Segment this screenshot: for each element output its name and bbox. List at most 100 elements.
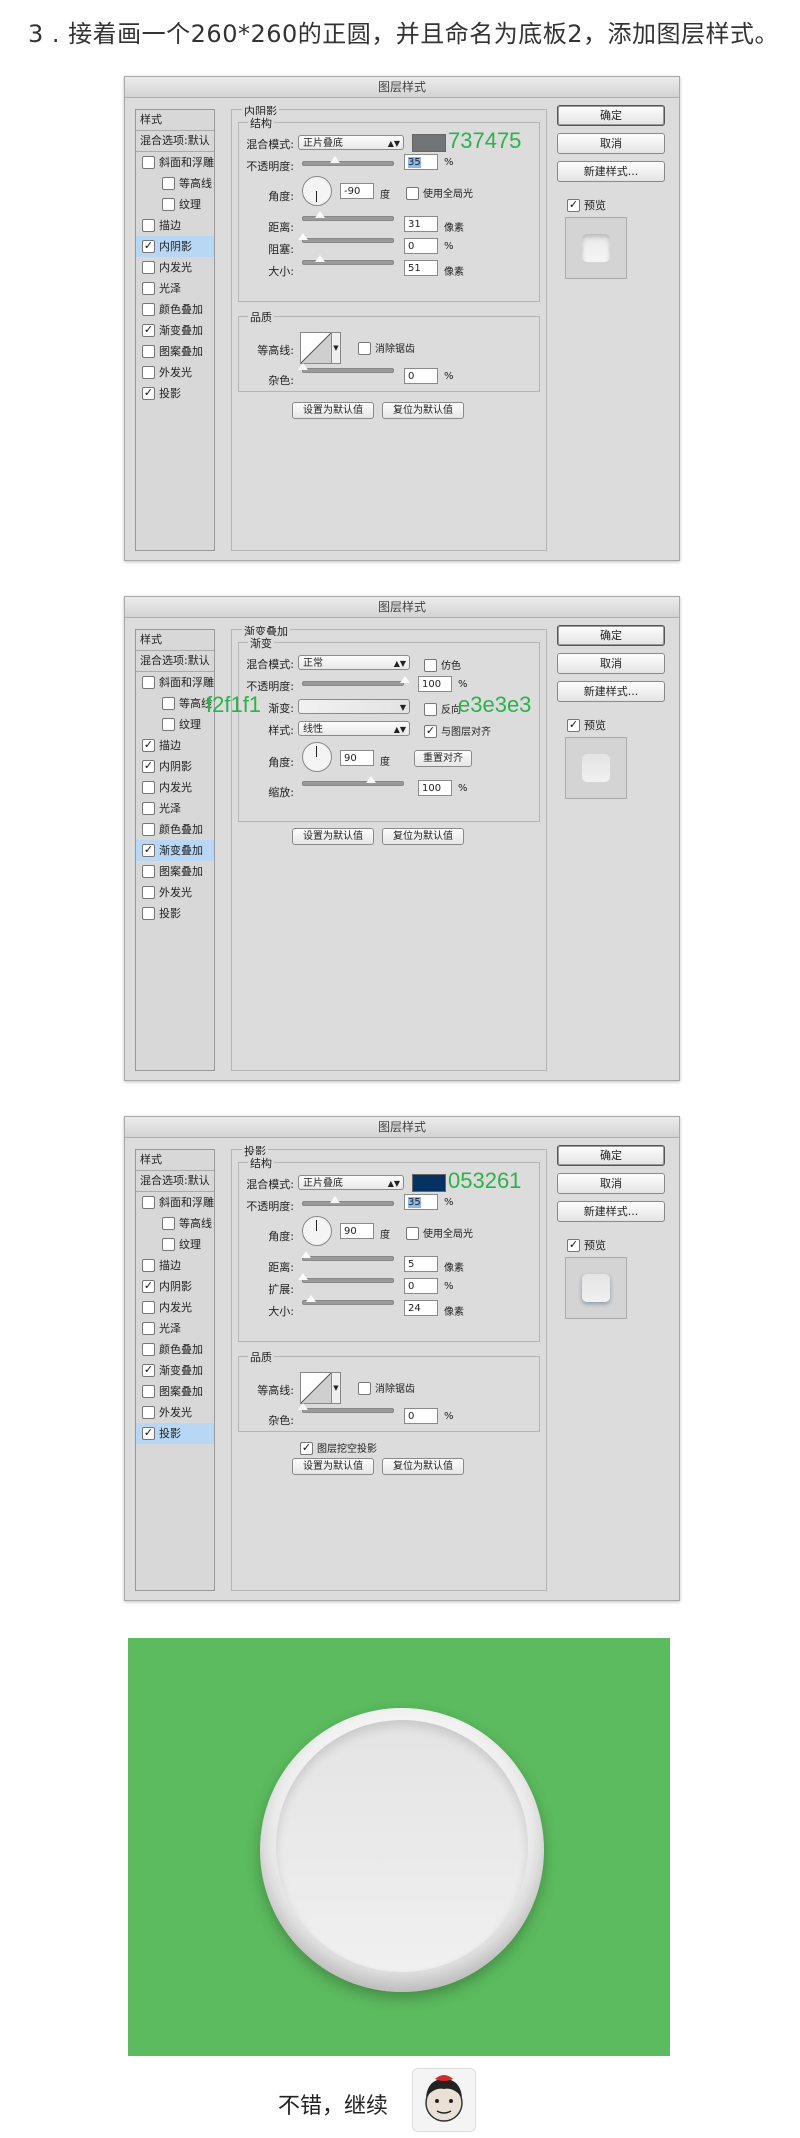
- style-checkbox[interactable]: [162, 197, 175, 211]
- opacity-slider[interactable]: [302, 676, 410, 686]
- style-checkbox[interactable]: [142, 801, 155, 815]
- distance-thumb[interactable]: [300, 1251, 311, 1258]
- style-checkbox[interactable]: [142, 344, 155, 358]
- styles-header[interactable]: 样式: [136, 110, 214, 131]
- opacity-thumb[interactable]: [330, 156, 341, 163]
- style-checkbox[interactable]: ✓: [142, 843, 155, 857]
- noise-slider[interactable]: [298, 363, 394, 373]
- style-item[interactable]: 外发光: [136, 882, 214, 903]
- shadow-color-swatch[interactable]: [412, 1174, 446, 1192]
- style-checkbox[interactable]: ✓: [142, 759, 155, 773]
- style-item[interactable]: 等高线: [136, 1213, 214, 1234]
- style-checkbox[interactable]: [142, 1342, 155, 1356]
- style-item[interactable]: 外发光: [136, 362, 214, 383]
- style-item[interactable]: 内发光: [136, 777, 214, 798]
- choke-input[interactable]: 0: [404, 238, 438, 254]
- align-layer-checkbox[interactable]: ✓ 与图层对齐: [418, 723, 491, 739]
- checkbox-box[interactable]: ✓: [567, 718, 580, 732]
- style-item[interactable]: 内发光: [136, 257, 214, 278]
- choke-thumb[interactable]: [298, 233, 308, 240]
- style-checkbox[interactable]: ✓: [142, 386, 155, 400]
- style-checkbox[interactable]: [142, 1321, 155, 1335]
- ok-button[interactable]: 确定: [557, 105, 665, 126]
- distance-slider[interactable]: [302, 211, 394, 221]
- style-checkbox[interactable]: ✓: [142, 1426, 155, 1440]
- checkbox-box[interactable]: [406, 186, 419, 200]
- reset-default-button[interactable]: 复位为默认值: [382, 402, 464, 419]
- size-thumb[interactable]: [315, 255, 326, 262]
- style-checkbox[interactable]: [162, 176, 175, 190]
- scale-input[interactable]: 100: [418, 780, 452, 796]
- spread-thumb[interactable]: [298, 1273, 308, 1280]
- style-item[interactable]: ✓ 内阴影: [136, 756, 214, 777]
- style-checkbox[interactable]: [142, 1195, 155, 1209]
- set-default-button[interactable]: 设置为默认值: [292, 828, 374, 845]
- blend-mode-select[interactable]: 正片叠底 ▲▼: [298, 1175, 404, 1190]
- angle-input[interactable]: -90: [340, 183, 374, 199]
- style-item[interactable]: ✓ 渐变叠加: [136, 840, 214, 861]
- blend-options-item[interactable]: 混合选项:默认: [136, 1171, 214, 1192]
- style-item[interactable]: ✓ 投影: [136, 383, 214, 404]
- style-item[interactable]: 图案叠加: [136, 341, 214, 362]
- angle-dial[interactable]: [302, 742, 332, 772]
- style-checkbox[interactable]: [142, 1300, 155, 1314]
- opacity-input[interactable]: 100: [418, 676, 452, 692]
- distance-input[interactable]: 31: [404, 216, 438, 232]
- new-style-button[interactable]: 新建样式...: [557, 681, 665, 702]
- style-checkbox[interactable]: [142, 281, 155, 295]
- size-input[interactable]: 51: [404, 260, 438, 276]
- global-light-checkbox[interactable]: 使用全局光: [400, 1225, 473, 1241]
- style-item[interactable]: ✓ 内阴影: [136, 1276, 214, 1297]
- noise-slider[interactable]: [298, 1403, 394, 1413]
- scale-slider[interactable]: [302, 776, 404, 786]
- style-item[interactable]: 颜色叠加: [136, 819, 214, 840]
- style-item[interactable]: 纹理: [136, 714, 214, 735]
- style-item[interactable]: ✓ 渐变叠加: [136, 320, 214, 341]
- style-item[interactable]: ✓ 描边: [136, 735, 214, 756]
- style-item[interactable]: 斜面和浮雕: [136, 672, 214, 693]
- style-checkbox[interactable]: [142, 864, 155, 878]
- blend-mode-select[interactable]: 正片叠底 ▲▼: [298, 135, 404, 150]
- style-item[interactable]: 光泽: [136, 1318, 214, 1339]
- style-item[interactable]: 颜色叠加: [136, 1339, 214, 1360]
- blend-mode-select[interactable]: 正常 ▲▼: [298, 655, 410, 670]
- size-thumb[interactable]: [306, 1295, 317, 1302]
- style-checkbox[interactable]: [142, 675, 155, 689]
- checkbox-box[interactable]: [424, 702, 437, 716]
- contour-dropdown-icon[interactable]: ▼: [331, 1372, 341, 1404]
- checkbox-box[interactable]: [406, 1226, 419, 1240]
- opacity-thumb[interactable]: [400, 676, 410, 683]
- opacity-input[interactable]: 35: [404, 154, 438, 170]
- style-checkbox[interactable]: ✓: [142, 323, 155, 337]
- style-item[interactable]: 光泽: [136, 278, 214, 299]
- style-item[interactable]: 颜色叠加: [136, 299, 214, 320]
- angle-dial[interactable]: [302, 176, 332, 206]
- style-checkbox[interactable]: [142, 155, 155, 169]
- global-light-checkbox[interactable]: 使用全局光: [400, 185, 473, 201]
- size-slider[interactable]: [302, 1295, 394, 1305]
- style-item[interactable]: 光泽: [136, 798, 214, 819]
- style-item[interactable]: 描边: [136, 215, 214, 236]
- checkbox-box[interactable]: ✓: [567, 1238, 580, 1252]
- size-slider[interactable]: [302, 255, 394, 265]
- style-item[interactable]: 等高线: [136, 173, 214, 194]
- style-item[interactable]: 纹理: [136, 1234, 214, 1255]
- style-checkbox[interactable]: [142, 1405, 155, 1419]
- style-checkbox[interactable]: ✓: [142, 239, 155, 253]
- checkbox-box[interactable]: [424, 658, 437, 672]
- reverse-checkbox[interactable]: 反向: [418, 701, 461, 717]
- noise-thumb[interactable]: [298, 1403, 308, 1410]
- style-item[interactable]: ✓ 内阴影: [136, 236, 214, 257]
- cancel-button[interactable]: 取消: [557, 1173, 665, 1194]
- gradient-style-select[interactable]: 线性 ▲▼: [298, 721, 410, 736]
- distance-input[interactable]: 5: [404, 1256, 438, 1272]
- style-item[interactable]: 斜面和浮雕: [136, 1192, 214, 1213]
- blend-options-item[interactable]: 混合选项:默认: [136, 651, 214, 672]
- style-checkbox[interactable]: ✓: [142, 1363, 155, 1377]
- styles-header[interactable]: 样式: [136, 1150, 214, 1171]
- choke-slider[interactable]: [298, 233, 394, 243]
- new-style-button[interactable]: 新建样式...: [557, 1201, 665, 1222]
- blend-options-item[interactable]: 混合选项:默认: [136, 131, 214, 152]
- spread-slider[interactable]: [298, 1273, 394, 1283]
- gradient-dropdown-icon[interactable]: ▼: [400, 700, 406, 715]
